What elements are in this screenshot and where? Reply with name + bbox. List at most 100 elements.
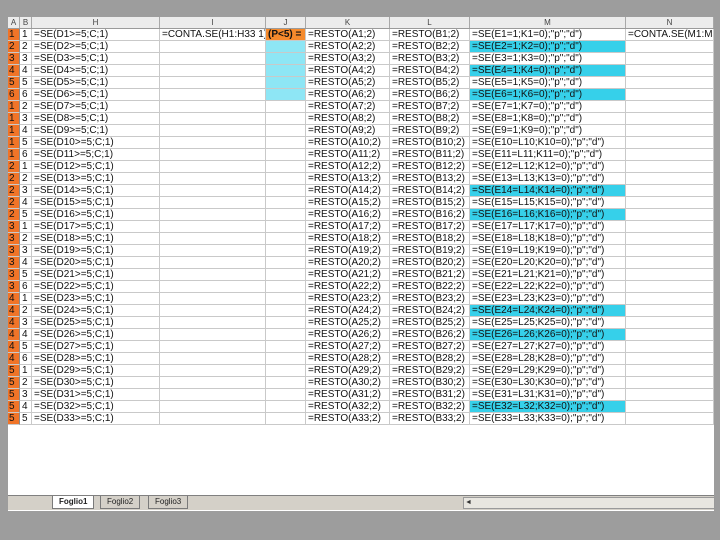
cell-b[interactable]: 4	[20, 329, 32, 341]
cell-m[interactable]: =SE(E8=1;K8=0);"p";"d")	[470, 113, 626, 125]
cell-a[interactable]: 3	[8, 53, 20, 65]
cell-i[interactable]	[160, 65, 266, 77]
cell-h[interactable]: =SE(D32>=5;C;1)	[32, 401, 160, 413]
cell-j[interactable]	[266, 197, 306, 209]
cell-j[interactable]	[266, 161, 306, 173]
cell-i[interactable]	[160, 329, 266, 341]
cell-b[interactable]: 1	[20, 161, 32, 173]
cell-i[interactable]	[160, 125, 266, 137]
cell-m[interactable]: =SE(E9=1;K9=0);"p";"d")	[470, 125, 626, 137]
cell-l[interactable]: =RESTO(B12;2)	[390, 161, 470, 173]
cell-l[interactable]: =RESTO(B9;2)	[390, 125, 470, 137]
cell-l[interactable]: =RESTO(B10;2)	[390, 137, 470, 149]
cell-h[interactable]: =SE(D4>=5;C;1)	[32, 65, 160, 77]
cell-h[interactable]: =SE(D26>=5;C;1)	[32, 329, 160, 341]
cell-h[interactable]: =SE(D19>=5;C;1)	[32, 245, 160, 257]
cell-m[interactable]: =SE(E14=L14;K14=0);"p";"d")	[470, 185, 626, 197]
cell-i[interactable]	[160, 317, 266, 329]
cell-h[interactable]: =SE(D28>=5;C;1)	[32, 353, 160, 365]
sheet-tab-1[interactable]: Foglio1	[52, 496, 95, 509]
cell-m[interactable]: =SE(E33=L33;K33=0);"p";"d")	[470, 413, 626, 425]
cell-b[interactable]: 2	[20, 101, 32, 113]
cell-l[interactable]: =RESTO(B13;2)	[390, 173, 470, 185]
column-header-a[interactable]: A	[8, 17, 20, 28]
cell-l[interactable]: =RESTO(B21;2)	[390, 269, 470, 281]
cell-m[interactable]: =SE(E29=L29;K29=0);"p";"d")	[470, 365, 626, 377]
cell-k[interactable]: =RESTO(A11;2)	[306, 149, 390, 161]
cell-i[interactable]	[160, 305, 266, 317]
cell-m[interactable]: =SE(E30=L30;K30=0);"p";"d")	[470, 377, 626, 389]
cell-l[interactable]: =RESTO(B1;2)	[390, 29, 470, 41]
cell-l[interactable]: =RESTO(B16;2)	[390, 209, 470, 221]
cell-i[interactable]	[160, 77, 266, 89]
column-header-k[interactable]: K	[306, 17, 390, 28]
cell-l[interactable]: =RESTO(B22;2)	[390, 281, 470, 293]
cell-b[interactable]: 2	[20, 305, 32, 317]
cell-b[interactable]: 3	[20, 245, 32, 257]
cell-l[interactable]: =RESTO(B23;2)	[390, 293, 470, 305]
cell-l[interactable]: =RESTO(B15;2)	[390, 197, 470, 209]
cell-j[interactable]	[266, 413, 306, 425]
cell-j[interactable]	[266, 245, 306, 257]
cell-n[interactable]	[626, 233, 714, 245]
cell-l[interactable]: =RESTO(B3;2)	[390, 53, 470, 65]
cell-j[interactable]	[266, 317, 306, 329]
cell-m[interactable]: =SE(E27=L27;K27=0);"p";"d")	[470, 341, 626, 353]
cell-j[interactable]	[266, 401, 306, 413]
cell-j[interactable]	[266, 233, 306, 245]
cell-b[interactable]: 6	[20, 149, 32, 161]
cell-l[interactable]: =RESTO(B17;2)	[390, 221, 470, 233]
cell-h[interactable]: =SE(D17>=5;C;1)	[32, 221, 160, 233]
cell-a[interactable]: 3	[8, 281, 20, 293]
cell-b[interactable]: 2	[20, 41, 32, 53]
cell-n[interactable]	[626, 341, 714, 353]
cell-k[interactable]: =RESTO(A9;2)	[306, 125, 390, 137]
cell-h[interactable]: =SE(D27>=5;C;1)	[32, 341, 160, 353]
cell-a[interactable]: 5	[8, 77, 20, 89]
cell-k[interactable]: =RESTO(A1;2)	[306, 29, 390, 41]
cell-j[interactable]	[266, 281, 306, 293]
cell-j[interactable]	[266, 173, 306, 185]
cell-a[interactable]: 1	[8, 125, 20, 137]
cell-j[interactable]	[266, 41, 306, 53]
cell-a[interactable]: 5	[8, 401, 20, 413]
cell-j[interactable]	[266, 149, 306, 161]
cell-b[interactable]: 5	[20, 137, 32, 149]
cell-h[interactable]: =SE(D23>=5;C;1)	[32, 293, 160, 305]
cell-n[interactable]	[626, 137, 714, 149]
cell-m[interactable]: =SE(E3=1;K3=0);"p";"d")	[470, 53, 626, 65]
cell-i[interactable]	[160, 233, 266, 245]
cell-n[interactable]	[626, 65, 714, 77]
cell-l[interactable]: =RESTO(B29;2)	[390, 365, 470, 377]
cell-a[interactable]: 3	[8, 233, 20, 245]
cell-n[interactable]	[626, 221, 714, 233]
cell-b[interactable]: 4	[20, 125, 32, 137]
cell-j[interactable]	[266, 185, 306, 197]
cell-b[interactable]: 4	[20, 65, 32, 77]
cell-k[interactable]: =RESTO(A2;2)	[306, 41, 390, 53]
cell-i[interactable]	[160, 137, 266, 149]
cell-a[interactable]: 4	[8, 317, 20, 329]
cell-i[interactable]	[160, 101, 266, 113]
cell-k[interactable]: =RESTO(A5;2)	[306, 77, 390, 89]
cell-n[interactable]	[626, 125, 714, 137]
cell-h[interactable]: =SE(D24>=5;C;1)	[32, 305, 160, 317]
cell-a[interactable]: 1	[8, 149, 20, 161]
cell-j[interactable]	[266, 137, 306, 149]
cell-h[interactable]: =SE(D9>=5;C;1)	[32, 125, 160, 137]
cell-m[interactable]: =SE(E15=L15;K15=0);"p";"d")	[470, 197, 626, 209]
cell-b[interactable]: 6	[20, 281, 32, 293]
cell-i[interactable]	[160, 365, 266, 377]
cell-k[interactable]: =RESTO(A20;2)	[306, 257, 390, 269]
cell-l[interactable]: =RESTO(B26;2)	[390, 329, 470, 341]
cell-a[interactable]: 4	[8, 341, 20, 353]
cell-h[interactable]: =SE(D6>=5;C;1)	[32, 89, 160, 101]
cell-n[interactable]	[626, 329, 714, 341]
cell-i[interactable]	[160, 53, 266, 65]
cell-a[interactable]: 3	[8, 221, 20, 233]
cell-i[interactable]: =CONTA.SE(H1:H33 1)	[160, 29, 266, 41]
cell-b[interactable]: 4	[20, 197, 32, 209]
cell-a[interactable]: 4	[8, 305, 20, 317]
cell-k[interactable]: =RESTO(A13;2)	[306, 173, 390, 185]
column-header-j[interactable]: J	[266, 17, 306, 28]
